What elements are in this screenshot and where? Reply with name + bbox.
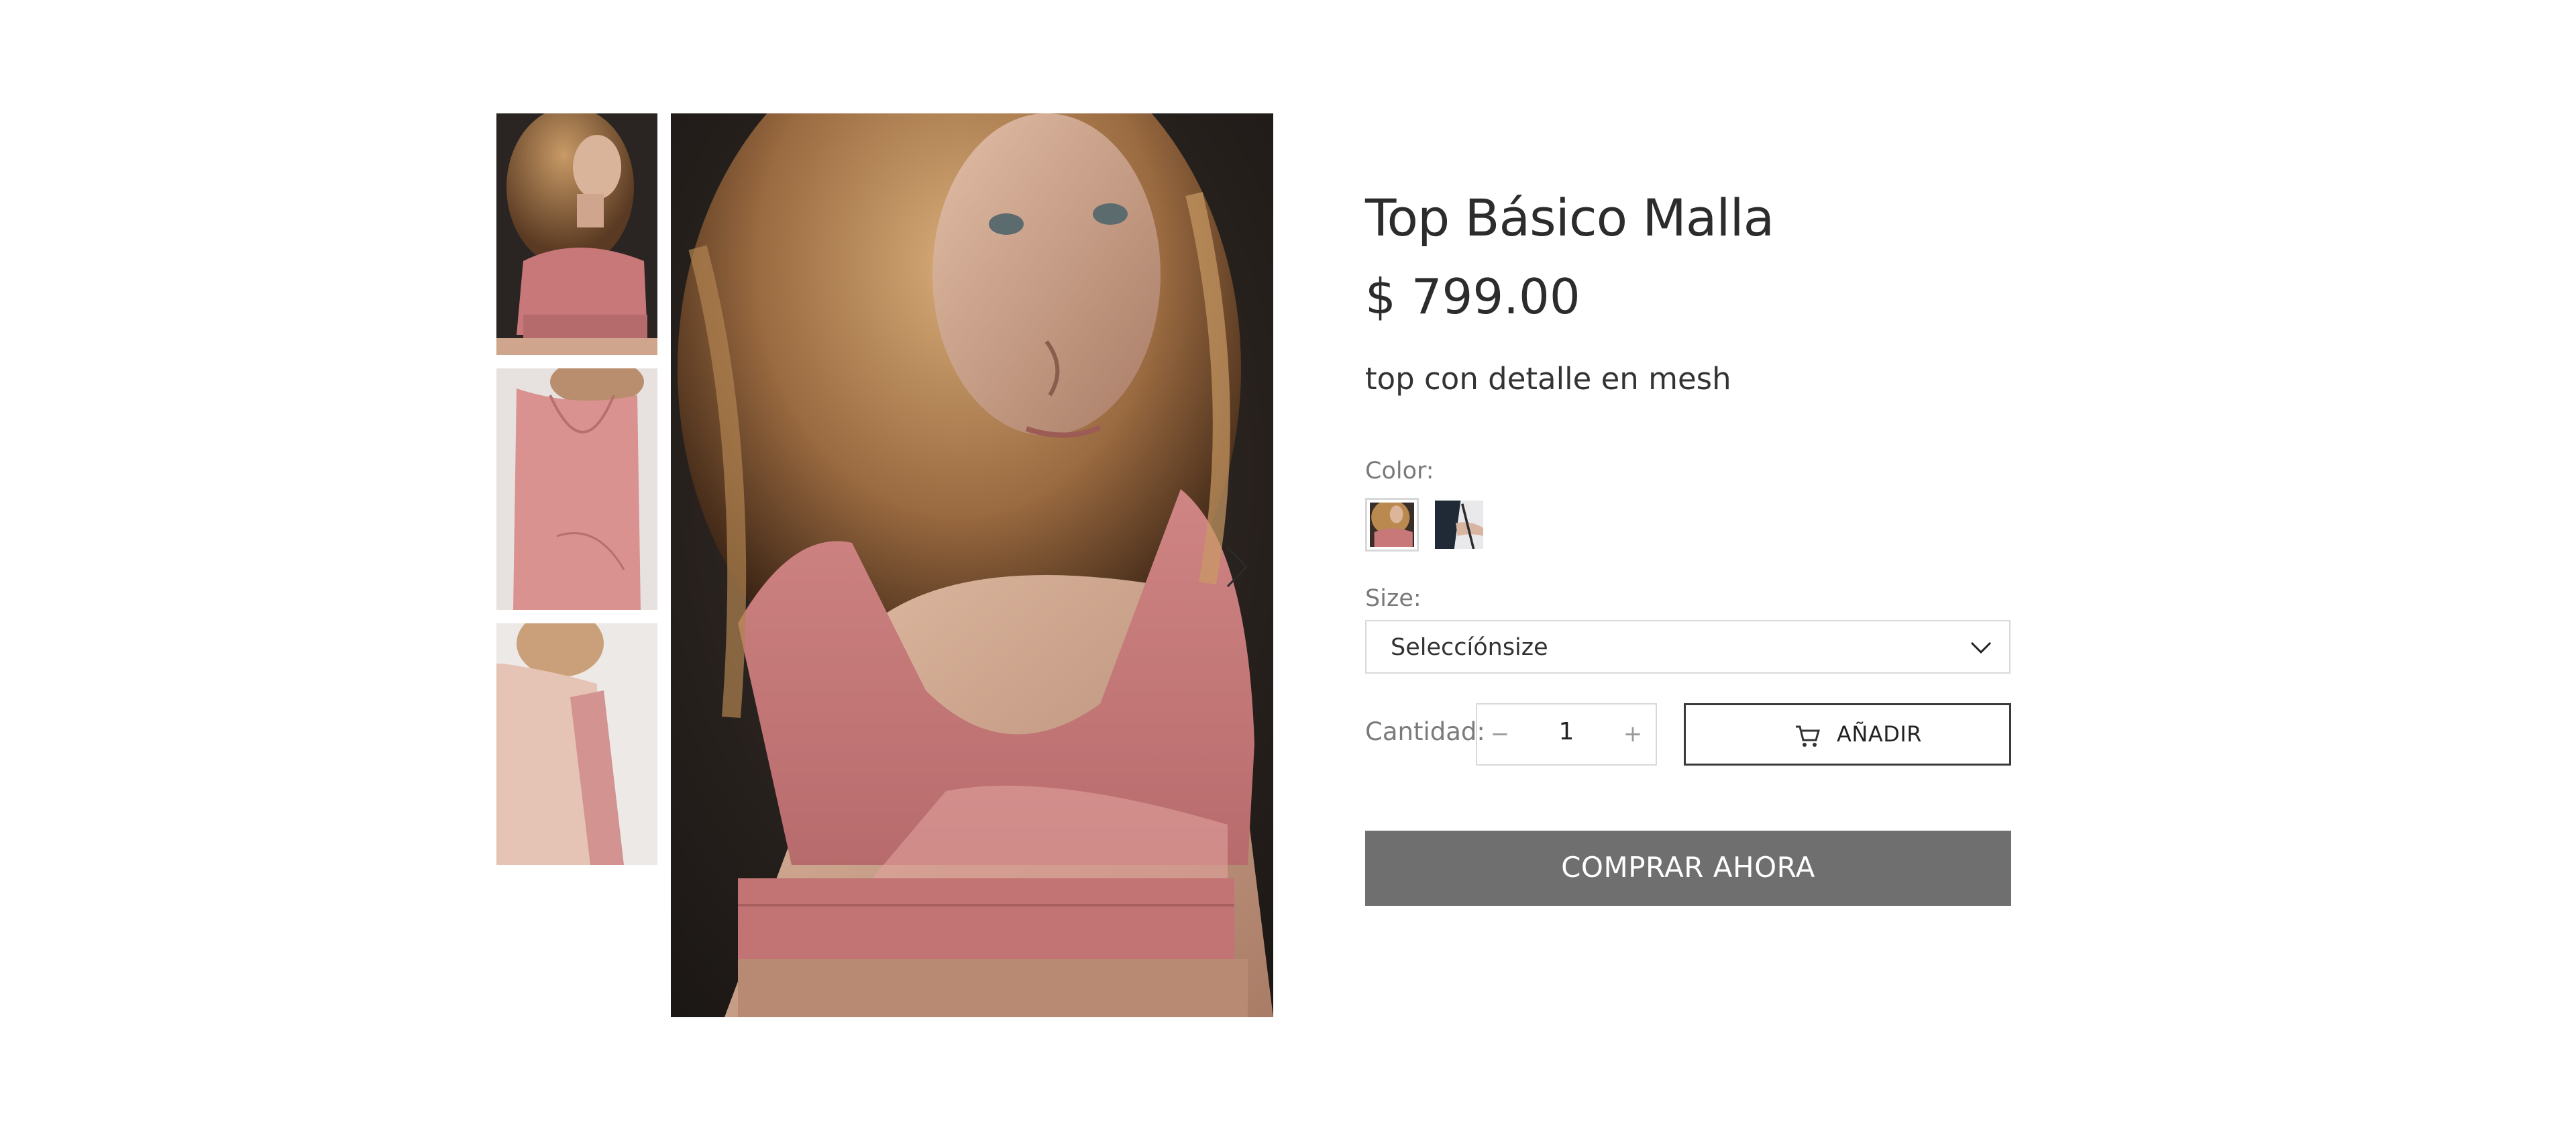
product-thumbnail-image <box>496 113 657 355</box>
add-to-cart-button[interactable]: AÑADIR <box>1684 703 2011 766</box>
swatch-image <box>1435 501 1483 549</box>
product-thumbnail-image <box>496 368 657 610</box>
color-swatch-pink[interactable] <box>1365 498 1419 552</box>
buy-now-button[interactable]: COMPRAR AHORA <box>1365 831 2011 906</box>
thumbnail-front[interactable] <box>496 113 657 355</box>
quantity-stepper: − 1 + <box>1476 703 1657 766</box>
quantity-input[interactable]: 1 <box>1524 718 1609 745</box>
chevron-right-icon <box>1226 546 1248 588</box>
size-select-value: Seleccíónsize <box>1391 634 1548 661</box>
buy-now-label: COMPRAR AHORA <box>1561 851 1815 884</box>
product-thumbnail-image <box>496 623 657 865</box>
color-swatch-black[interactable] <box>1432 498 1486 552</box>
thumbnail-back[interactable] <box>496 368 657 610</box>
add-to-cart-label: AÑADIR <box>1837 721 1923 747</box>
chevron-down-icon <box>1970 641 1992 654</box>
product-title: Top Básico Malla <box>1365 188 1774 248</box>
size-select[interactable]: Seleccíónsize <box>1365 620 2010 674</box>
quantity-decrease-button[interactable]: − <box>1485 719 1515 749</box>
thumbnail-side[interactable] <box>496 623 657 865</box>
size-label: Size: <box>1365 585 1421 612</box>
main-product-image <box>671 113 1273 1017</box>
color-label: Color: <box>1365 458 1434 484</box>
swatch-image <box>1370 503 1414 547</box>
product-price: $ 799.00 <box>1365 268 1580 325</box>
quantity-increase-button[interactable]: + <box>1618 719 1648 749</box>
cart-icon <box>1796 725 1820 747</box>
next-image-button[interactable] <box>1222 543 1252 590</box>
product-photo <box>671 113 1273 1017</box>
quantity-label: Cantidad: <box>1365 717 1485 746</box>
product-description: top con detalle en mesh <box>1365 361 1731 397</box>
